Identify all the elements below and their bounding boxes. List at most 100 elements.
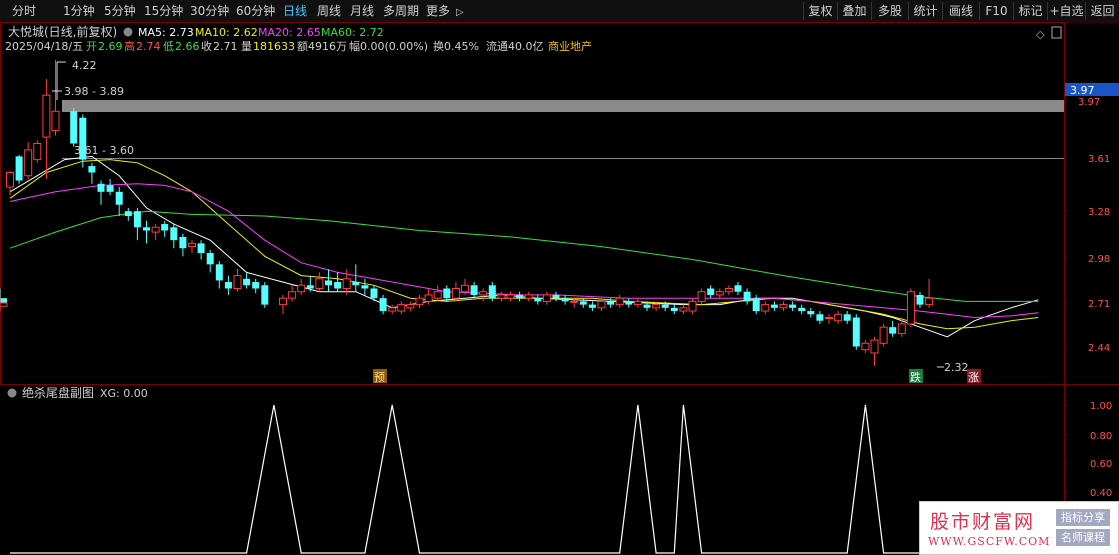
- window-icon[interactable]: [1051, 26, 1062, 39]
- candle: [906, 288, 915, 328]
- f10-button[interactable]: F10: [979, 2, 1013, 20]
- float-value: 流通40.0亿: [486, 39, 544, 53]
- overlay-button[interactable]: 叠加: [837, 2, 871, 20]
- candle-body: [870, 339, 879, 354]
- candle: [789, 301, 797, 312]
- candle-body: [688, 300, 697, 312]
- candle: [243, 272, 251, 289]
- candle-body: [889, 327, 897, 334]
- mark-button[interactable]: 标记: [1013, 2, 1047, 20]
- candle: [433, 285, 442, 302]
- candle-body: [115, 191, 123, 205]
- candle: [334, 272, 342, 292]
- back-button[interactable]: 返回: [1085, 2, 1119, 20]
- candle: [161, 220, 169, 237]
- open-label: 开: [86, 40, 97, 53]
- candle-body: [816, 314, 824, 321]
- candle-body: [215, 264, 223, 281]
- candle: [679, 304, 688, 315]
- candle: [779, 301, 788, 312]
- candle-body: [206, 253, 214, 265]
- tab-weekly[interactable]: 周线: [317, 3, 341, 19]
- stats-button[interactable]: 统计: [908, 2, 942, 20]
- tab-monthly[interactable]: 月线: [350, 3, 374, 19]
- sub-settings-dot-icon[interactable]: [7, 388, 17, 398]
- candle-body: [188, 242, 196, 248]
- candle: [124, 207, 132, 221]
- candle-body: [906, 291, 915, 325]
- tab-60min[interactable]: 60分钟: [236, 3, 275, 19]
- candle: [379, 294, 387, 315]
- candle: [33, 140, 42, 163]
- candle-body: [224, 282, 232, 289]
- tab-5min[interactable]: 5分钟: [104, 3, 136, 19]
- tab-1min[interactable]: 1分钟: [63, 3, 95, 19]
- candle: [6, 170, 14, 196]
- candle: [197, 240, 205, 260]
- candle-body: [497, 294, 506, 299]
- candle: [170, 224, 178, 249]
- settings-dot-icon[interactable]: [123, 27, 133, 37]
- candle: [889, 320, 897, 337]
- tab-30min[interactable]: 30分钟: [190, 3, 229, 19]
- candle-body: [625, 301, 633, 305]
- candle-body: [715, 291, 724, 296]
- fuquan-button[interactable]: 复权: [803, 2, 837, 20]
- watermark-badge: 股市财富网 WWW.GSCFW.COM 指标分享 名师课程: [919, 501, 1119, 555]
- candle-body: [143, 227, 150, 231]
- candle-body: [443, 288, 451, 299]
- candle: [479, 288, 488, 302]
- candle: [561, 294, 569, 305]
- candle-body: [88, 166, 96, 173]
- tab-15min[interactable]: 15分钟: [144, 3, 183, 19]
- high-value: 2.74: [136, 40, 161, 53]
- high-label: 高: [124, 39, 135, 53]
- candle: [325, 269, 332, 292]
- watermark-tag-2: 名师课程: [1056, 529, 1110, 546]
- candle-body: [534, 298, 542, 302]
- sub-tick-100: 1.00: [1090, 401, 1112, 412]
- watermark-url: WWW.GSCFW.COM: [928, 535, 1051, 548]
- draw-line-button[interactable]: 画线: [942, 2, 979, 20]
- kline-chart[interactable]: 大悦城(日线,前复权) MA5: 2.73 MA10: 2.62 MA20: 2…: [0, 22, 1119, 555]
- candle: [388, 304, 397, 315]
- candle-body: [451, 288, 460, 299]
- more-arrow-icon[interactable]: ▷: [456, 5, 464, 21]
- diamond-icon[interactable]: ◇: [1036, 28, 1045, 41]
- candle: [188, 240, 196, 254]
- candle-body: [524, 294, 533, 299]
- tab-fenshi[interactable]: 分时: [12, 3, 36, 19]
- close-value: 2.71: [213, 40, 238, 53]
- candle-body: [916, 294, 924, 305]
- candle-body: [470, 285, 478, 295]
- candle-body: [42, 94, 51, 138]
- candle-body: [151, 226, 160, 233]
- candle-body: [834, 313, 843, 322]
- candle-body: [570, 300, 579, 303]
- candle: [870, 336, 879, 366]
- open-value: 2.69: [98, 40, 123, 53]
- candle-body: [179, 236, 187, 249]
- watermark-tag-1: 指标分享: [1056, 509, 1110, 526]
- candle: [297, 278, 306, 295]
- candle-body: [561, 298, 569, 302]
- zone-upper-label: 3.98 - 3.89: [64, 85, 124, 98]
- candle: [615, 294, 624, 308]
- candle-body: [170, 227, 178, 241]
- tab-daily[interactable]: 日线: [283, 3, 307, 19]
- candle-body: [652, 304, 661, 309]
- ma60-label: MA60: 2.72: [321, 26, 384, 39]
- tab-more[interactable]: 更多: [426, 3, 450, 19]
- tick-label-271: 2.71: [1088, 299, 1110, 310]
- add-watchlist-button[interactable]: +自选: [1047, 2, 1085, 20]
- multi-stock-button[interactable]: 多股: [871, 2, 908, 20]
- low-point-label: 2.32: [944, 361, 969, 374]
- candle-body: [697, 291, 706, 302]
- candle: [497, 291, 506, 302]
- candle-body: [861, 342, 870, 351]
- amount-value: 额4916万: [297, 40, 347, 53]
- candle: [133, 207, 141, 241]
- candle: [42, 79, 51, 179]
- tab-multi-period[interactable]: 多周期: [383, 3, 419, 19]
- candle: [897, 317, 906, 337]
